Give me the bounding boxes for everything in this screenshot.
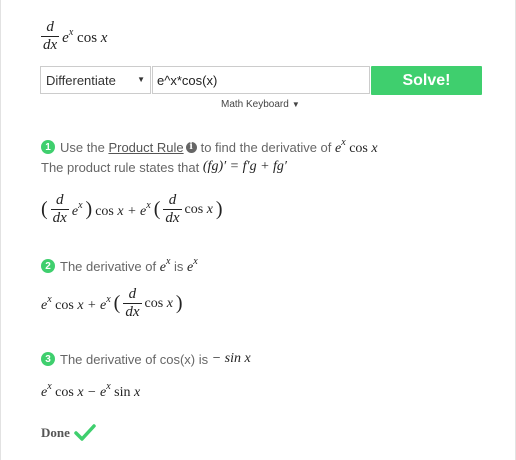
derivative-operator: d dx (41, 19, 60, 53)
step-number-badge: 3 (41, 352, 55, 366)
info-icon[interactable]: i (185, 141, 197, 153)
step-3-header: 3 The derivative of cos(x) is − sin x (41, 351, 251, 367)
solve-button[interactable]: Solve! (371, 66, 482, 95)
step-number-badge: 2 (41, 259, 55, 273)
rule-text: The product rule states that (41, 159, 200, 175)
math-keyboard-toggle[interactable]: Math Keyboard ▼ (221, 99, 300, 110)
step-3-text-pre: The derivative of cos(x) is (60, 351, 209, 367)
step-1-text-pre: Use the (60, 139, 105, 155)
product-rule-statement: The product rule states that (fg)′ = f′g… (41, 159, 287, 175)
operation-select-value: Differentiate (46, 72, 116, 88)
problem-function: ex cos x (62, 26, 108, 46)
expression-input-value: e^x*cos(x) (157, 72, 218, 88)
rule-formula: (fg)′ = f′g + fg′ (202, 159, 287, 174)
step-1-result: ( d dx ex) cos x + ex ( d dx cos x) (41, 192, 223, 226)
problem-expression: d dx ex cos x (41, 20, 107, 53)
math-keyboard-label: Math Keyboard (221, 99, 289, 110)
done-indicator: Done (41, 424, 96, 442)
step-2-header: 2 The derivative of ex is ex (41, 256, 198, 276)
step-2-result: ex cos x + ex ( d dx cos x) (41, 286, 183, 320)
expression-input[interactable]: e^x*cos(x) (152, 66, 370, 94)
step-1-header: 1 Use the Product Rule i to find the deriv… (41, 137, 378, 157)
product-rule-link[interactable]: Product Rule (108, 140, 183, 155)
operator-denominator: dx (41, 36, 60, 53)
step-2-text-post: is (174, 258, 184, 274)
done-label: Done (41, 425, 70, 440)
chevron-down-icon: ▼ (137, 75, 145, 84)
final-result: ex cos x − ex sin x (41, 381, 141, 400)
operation-select[interactable]: Differentiate ▼ (40, 66, 151, 94)
triangle-down-icon: ▼ (291, 100, 300, 109)
solver-panel: d dx ex cos x Differentiate ▼ e^x*cos(x)… (0, 0, 516, 460)
operator-numerator: d (46, 19, 54, 35)
step-number-badge: 1 (41, 140, 55, 154)
step-1-text-post: to find the derivative of (200, 139, 332, 155)
checkmark-icon (74, 424, 96, 441)
step-2-text-pre: The derivative of (60, 258, 157, 274)
step-3-result-inline: − sin x (211, 351, 251, 366)
